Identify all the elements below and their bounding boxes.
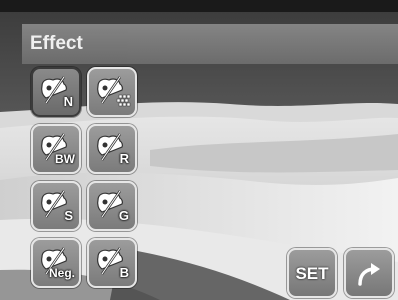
effect-red-label: R <box>119 151 129 166</box>
effect-sepia-label: S <box>64 208 73 223</box>
title-bar: Effect <box>22 24 398 64</box>
return-arrow-icon <box>358 263 380 286</box>
page-title: Effect <box>30 33 83 54</box>
set-button-label: SET <box>295 264 329 283</box>
set-button[interactable]: SET <box>287 248 337 298</box>
effect-negative-label: Neg. <box>48 266 75 280</box>
effect-pattern-button[interactable] <box>87 67 137 117</box>
effect-negative-button[interactable]: Neg. <box>31 238 81 288</box>
effect-red-button[interactable]: R <box>87 124 137 174</box>
effect-normal-label: N <box>63 94 73 109</box>
effect-pattern-icon <box>97 76 131 107</box>
effect-blue-button[interactable]: B <box>87 238 137 288</box>
effect-green-label: G <box>118 208 129 223</box>
effect-green-button[interactable]: G <box>87 181 137 231</box>
effect-bw-button[interactable]: BW <box>31 124 81 174</box>
effect-blue-label: B <box>119 265 129 280</box>
camera-effect-screen: Effect N BW R S G Neg. B SET <box>0 0 398 300</box>
back-button[interactable] <box>344 248 394 298</box>
effect-normal-button[interactable]: N <box>31 67 81 117</box>
effect-sepia-button[interactable]: S <box>31 181 81 231</box>
effect-bw-label: BW <box>55 152 75 166</box>
